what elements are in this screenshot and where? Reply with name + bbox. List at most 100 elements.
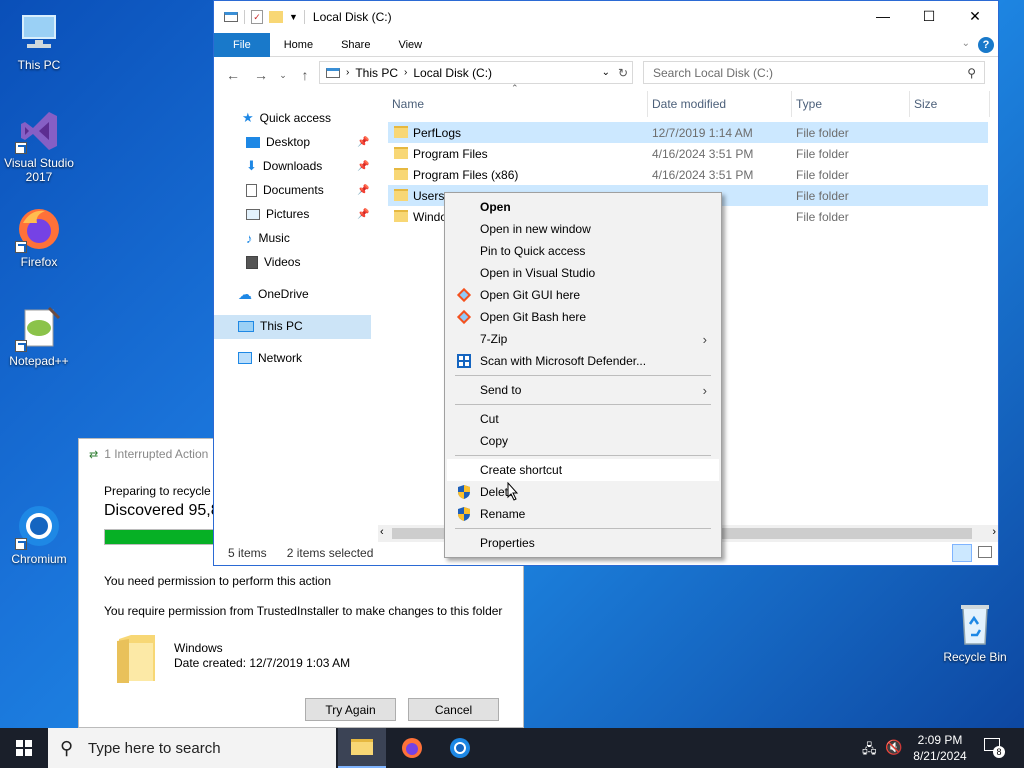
pin-icon[interactable]: 📌 (357, 137, 369, 148)
breadcrumb-local-disk[interactable]: Local Disk (C:) (413, 66, 492, 80)
tab-file[interactable]: File (214, 32, 270, 57)
clock[interactable]: 2:09 PM 8/21/2024 (910, 732, 970, 764)
nav-videos[interactable]: Videos (246, 251, 300, 273)
menu-item-open-new-window[interactable]: Open in new window (447, 218, 719, 240)
breadcrumb-this-pc[interactable]: This PC (355, 66, 398, 80)
column-header-name[interactable]: Name (388, 91, 648, 117)
help-icon[interactable]: ? (978, 37, 994, 53)
visual-studio-icon (15, 106, 63, 154)
tab-view[interactable]: View (384, 33, 436, 57)
nav-label: Videos (264, 255, 301, 269)
nav-pictures[interactable]: Pictures (246, 203, 309, 225)
start-button[interactable] (0, 728, 48, 768)
taskbar-search[interactable]: ⚲ Type here to search (48, 728, 336, 768)
menu-item-create-shortcut[interactable]: Create shortcut (447, 459, 719, 481)
desktop-icon-label: This PC (17, 58, 61, 72)
column-header-type[interactable]: Type (792, 91, 910, 117)
tab-share[interactable]: Share (327, 33, 384, 57)
nav-quick-access[interactable]: ★ Quick access (242, 107, 331, 129)
desktop-icon-chromium[interactable]: Chromium (1, 502, 77, 566)
pin-icon[interactable]: 📌 (357, 161, 369, 172)
search-box[interactable]: Search Local Disk (C:) ⚲ (643, 61, 985, 84)
customize-qat-icon[interactable]: ▼ (289, 12, 298, 22)
file-row[interactable]: PerfLogs 12/7/2019 1:14 AM File folder (388, 122, 988, 143)
menu-separator (455, 455, 711, 456)
nav-music[interactable]: ♪ Music (246, 227, 290, 249)
firefox-icon (15, 205, 63, 253)
permission-text: You need permission to perform this acti… (104, 574, 332, 588)
nav-desktop[interactable]: Desktop (246, 131, 310, 153)
scroll-right-icon[interactable]: › (992, 526, 996, 538)
nav-downloads[interactable]: ⬇ Downloads (246, 155, 322, 177)
volume-muted-icon[interactable]: 🔇 (885, 739, 902, 756)
folder-name: Windows (174, 641, 223, 655)
ribbon-tabs: File Home Share View ⌄ ? (214, 32, 998, 57)
taskbar-firefox[interactable] (388, 728, 436, 768)
large-icons-view-icon[interactable] (978, 546, 992, 558)
notifications-button[interactable]: 8 (984, 738, 1005, 758)
details-view-icon[interactable] (952, 544, 972, 562)
notification-count: 8 (993, 746, 1005, 758)
menu-item-defender-scan[interactable]: Scan with Microsoft Defender... (447, 350, 719, 372)
cancel-button[interactable]: Cancel (408, 698, 499, 721)
nav-network[interactable]: Network (238, 347, 302, 369)
menu-item-open-visual-studio[interactable]: Open in Visual Studio (447, 262, 719, 284)
desktop-icon-visual-studio[interactable]: Visual Studio 2017 (1, 106, 77, 184)
menu-item-properties[interactable]: Properties (447, 532, 719, 554)
properties-checkbox-icon[interactable]: ✓ (251, 10, 263, 24)
pin-icon[interactable]: 📌 (357, 209, 369, 220)
network-icon (238, 352, 252, 364)
file-name: Program Files (x86) (413, 167, 519, 182)
star-icon: ★ (242, 110, 254, 125)
desktop-icon-label: Firefox (20, 255, 58, 269)
menu-item-git-gui[interactable]: Open Git GUI here (447, 284, 719, 306)
menu-item-cut[interactable]: Cut (447, 408, 719, 430)
refresh-icon[interactable]: ↻ (618, 66, 628, 80)
menu-item-copy[interactable]: Copy (447, 430, 719, 452)
nav-this-pc[interactable]: This PC (238, 315, 303, 337)
maximize-button[interactable]: ☐ (906, 1, 952, 31)
nav-onedrive[interactable]: ☁ OneDrive (238, 283, 309, 305)
column-header-date[interactable]: Date modified (648, 91, 792, 117)
selected-count: 2 items selected (286, 546, 374, 560)
new-folder-icon[interactable] (269, 11, 283, 23)
desktop-icon-recycle-bin[interactable]: Recycle Bin (937, 600, 1013, 664)
context-menu: Open Open in new window Pin to Quick acc… (444, 192, 722, 558)
cloud-icon: ☁ (238, 285, 252, 302)
file-row[interactable]: Program Files 4/16/2024 3:51 PM File folde… (388, 143, 988, 164)
address-bar[interactable]: › This PC › Local Disk (C:) ⌄ ↻ (319, 61, 633, 84)
menu-item-7zip[interactable]: 7-Zip › (447, 328, 719, 350)
desktop-icon-label: Visual Studio 2017 (4, 156, 74, 184)
pin-icon[interactable]: 📌 (357, 185, 369, 196)
close-button[interactable]: ✕ (952, 1, 998, 31)
desktop-icon-this-pc[interactable]: This PC (1, 8, 77, 72)
taskbar-file-explorer[interactable] (338, 728, 386, 768)
desktop-icon-label: Chromium (11, 552, 67, 566)
desktop-icon-firefox[interactable]: Firefox (1, 205, 77, 269)
tab-home[interactable]: Home (270, 33, 327, 57)
desktop-icon-notepadpp[interactable]: Notepad++ (1, 304, 77, 368)
taskbar-chromium[interactable] (436, 728, 484, 768)
minimize-button[interactable]: — (860, 1, 906, 31)
column-header-size[interactable]: Size (910, 91, 990, 117)
up-icon[interactable]: ↑ (294, 67, 316, 83)
menu-item-git-bash[interactable]: Open Git Bash here (447, 306, 719, 328)
expand-ribbon-icon[interactable]: ⌄ (962, 38, 970, 49)
breadcrumb-separator-icon: › (346, 67, 350, 78)
network-status-icon[interactable]: 🖧 (862, 740, 877, 762)
file-row[interactable]: Program Files (x86) 4/16/2024 3:51 PM File… (388, 164, 988, 185)
menu-item-rename[interactable]: Rename (447, 503, 719, 525)
nav-documents[interactable]: Documents (246, 179, 324, 201)
try-again-button[interactable]: Try Again (305, 698, 396, 721)
back-icon[interactable]: ← (222, 67, 244, 83)
menu-item-open[interactable]: Open (447, 196, 719, 218)
menu-item-send-to[interactable]: Send to › (447, 379, 719, 401)
scroll-left-icon[interactable]: ‹ (380, 526, 384, 538)
forward-icon[interactable]: → (250, 67, 272, 83)
address-dropdown-icon[interactable]: ⌄ (602, 67, 610, 78)
menu-item-pin-quick-access[interactable]: Pin to Quick access (447, 240, 719, 262)
file-type: File folder (796, 167, 849, 182)
recent-locations-icon[interactable]: ⌄ (278, 70, 288, 81)
nav-label: Documents (263, 183, 324, 197)
menu-item-delete[interactable]: Delete (447, 481, 719, 503)
